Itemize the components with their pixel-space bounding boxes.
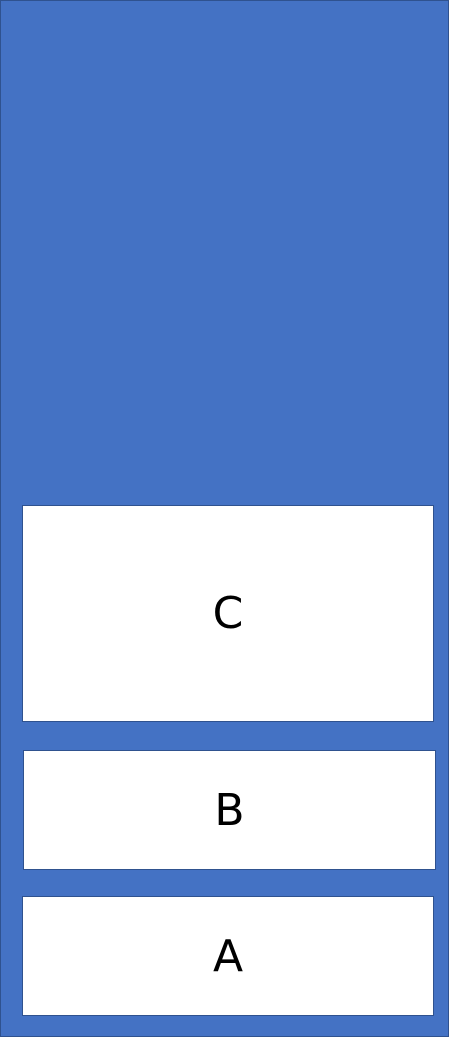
box-a: A — [22, 896, 434, 1016]
box-b: B — [23, 750, 436, 870]
box-c: C — [22, 505, 434, 722]
stack-container: C B A — [0, 0, 449, 1037]
box-a-label: A — [212, 930, 244, 982]
box-c-label: C — [212, 588, 244, 639]
box-b-label: B — [214, 784, 245, 836]
